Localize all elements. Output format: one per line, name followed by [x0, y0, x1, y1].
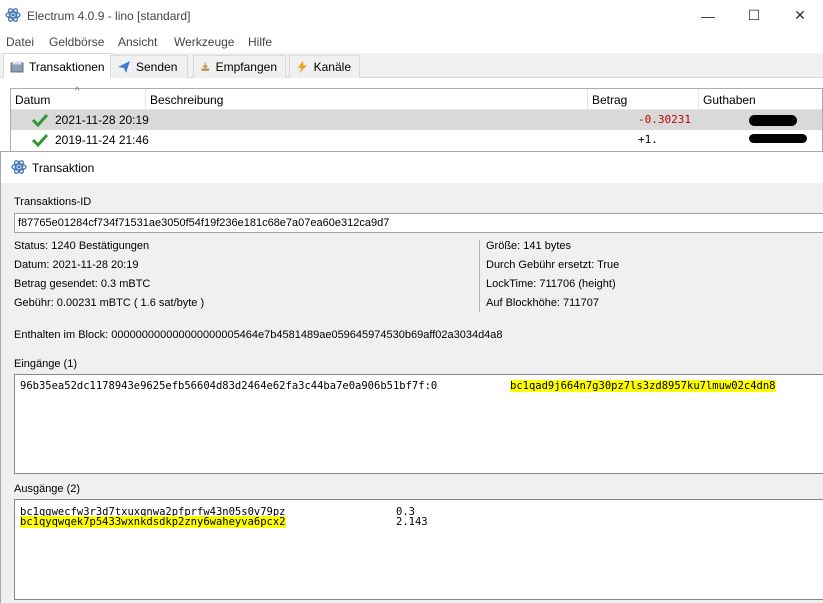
input-outpoint[interactable]: 96b35ea52dc1178943e9625efb56604d83d2464e… [20, 380, 437, 392]
title-bar: Electrum 4.0.9 - lino [standard] — ☐ ✕ [0, 0, 823, 31]
close-button[interactable]: ✕ [777, 0, 823, 31]
menu-datei[interactable]: Datei [6, 35, 34, 49]
table-row[interactable]: 2019-11-24 21:46 +1. [11, 130, 822, 150]
history-icon [10, 61, 24, 72]
transaction-dialog: Transaktion Transaktions-ID f87765e01284… [0, 151, 823, 603]
date-text: Datum: 2021-11-28 20:19 [14, 259, 139, 271]
lightning-icon [297, 60, 307, 74]
row-date: 2019-11-24 21:46 [55, 133, 149, 147]
amount-sent-text: Betrag gesendet: 0.3 mBTC [14, 278, 151, 290]
column-amount[interactable]: Betrag [592, 93, 627, 107]
tab-label: Empfangen [215, 60, 277, 74]
outputs-label: Ausgänge (2) [14, 483, 81, 495]
row-date: 2021-11-28 20:19 [55, 113, 149, 127]
checkmark-icon [32, 113, 48, 127]
txid-label: Transaktions-ID [14, 196, 92, 208]
tab-senden[interactable]: Senden [110, 55, 188, 78]
dialog-title-bar: Transaktion [1, 152, 823, 183]
txid-field[interactable]: f87765e01284cf734f71531ae3050f54f19f236e… [14, 213, 823, 233]
status-text: Status: 1240 Bestätigungen [14, 240, 150, 252]
tab-strip: Transaktionen Senden Empfangen Kanäle [0, 53, 823, 79]
receive-icon [201, 62, 210, 71]
column-description[interactable]: Beschreibung [150, 93, 223, 107]
table-row[interactable]: 2021-11-28 20:19 -0.30231 [11, 110, 822, 130]
column-balance[interactable]: Guthaben [703, 93, 756, 107]
outputs-list[interactable]: bc1qgwecfw3r3d7txuxqnwa2pfprfw43n05s0v79… [14, 499, 823, 600]
fee-text: Gebühr: 0.00231 mBTC ( 1.6 sat/byte ) [14, 297, 205, 309]
tab-kanaele[interactable]: Kanäle [289, 55, 360, 78]
menu-bar: Datei Geldbörse Ansicht Werkzeuge Hilfe [0, 31, 823, 53]
electrum-logo-icon [11, 160, 27, 174]
column-date[interactable]: Datum [15, 93, 50, 107]
history-panel: Datum ^ Beschreibung Betrag Guthaben 202… [0, 78, 823, 158]
input-address[interactable]: bc1qad9j664n7g30pz7ls3zd8957ku7lmuw02c4d… [510, 380, 776, 392]
redacted-balance [749, 115, 797, 126]
menu-ansicht[interactable]: Ansicht [118, 35, 157, 49]
block-height-text: Auf Blockhöhe: 711707 [486, 297, 599, 309]
tab-empfangen[interactable]: Empfangen [193, 55, 286, 78]
block-hash-text: Enthalten im Block: 00000000000000000000… [14, 329, 503, 341]
size-text: Größe: 141 bytes [486, 240, 571, 252]
electrum-logo-icon [5, 8, 21, 22]
maximize-button[interactable]: ☐ [731, 0, 777, 31]
row-amount: +1. [638, 133, 658, 146]
tab-label: Transaktionen [29, 59, 105, 74]
inputs-label: Eingänge (1) [14, 358, 77, 370]
minimize-button[interactable]: — [685, 0, 731, 31]
dialog-title: Transaktion [32, 161, 95, 175]
send-icon [118, 61, 130, 73]
redacted-balance [749, 134, 807, 143]
menu-hilfe[interactable]: Hilfe [248, 35, 272, 49]
menu-geldboerse[interactable]: Geldbörse [49, 35, 104, 49]
output-address[interactable]: bc1qyqwqek7p5433wxnkdsdkp2zny6waheyva6pc… [20, 516, 286, 528]
row-amount: -0.30231 [638, 113, 691, 126]
window-title: Electrum 4.0.9 - lino [standard] [27, 9, 191, 23]
history-table: Datum ^ Beschreibung Betrag Guthaben 202… [10, 86, 823, 158]
output-amount: 2.143 [396, 516, 428, 528]
tab-label: Senden [136, 60, 178, 74]
inputs-list[interactable]: 96b35ea52dc1178943e9625efb56604d83d2464e… [14, 374, 823, 474]
menu-werkzeuge[interactable]: Werkzeuge [174, 35, 234, 49]
sort-ascending-icon: ^ [75, 86, 80, 97]
rbf-text: Durch Gebühr ersetzt: True [486, 259, 620, 271]
txid-value: f87765e01284cf734f71531ae3050f54f19f236e… [18, 217, 390, 229]
divider [479, 240, 480, 312]
checkmark-icon [32, 133, 48, 147]
table-header: Datum ^ Beschreibung Betrag Guthaben [11, 86, 822, 110]
tab-transaktionen[interactable]: Transaktionen [3, 53, 114, 79]
tab-label: Kanäle [313, 60, 351, 74]
locktime-text: LockTime: 711706 (height) [486, 278, 616, 290]
